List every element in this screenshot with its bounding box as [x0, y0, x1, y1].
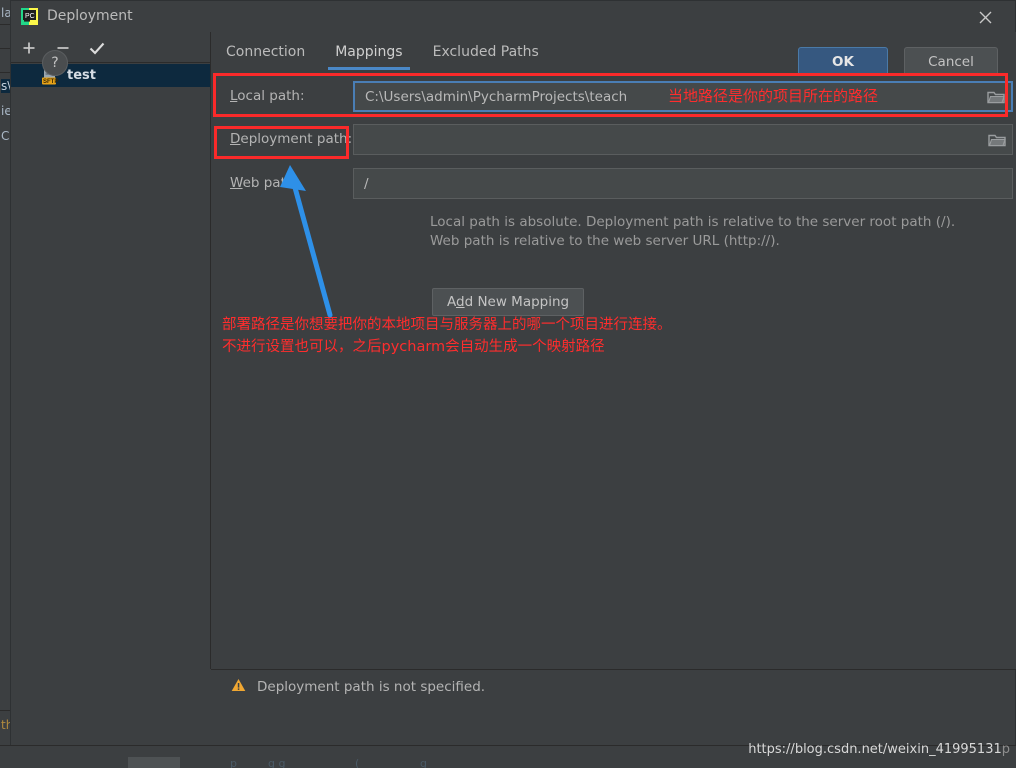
local-path-value: C:\Users\admin\PycharmProjects\teach [365, 88, 628, 105]
server-list-panel: SFTP test [11, 32, 211, 669]
folder-icon[interactable] [988, 132, 1006, 147]
tab-bar: Connection Mappings Excluded Paths [211, 32, 1016, 70]
watermark-text: https://blog.csdn.net/weixin_41995131 [748, 742, 1002, 757]
close-icon[interactable] [963, 3, 1007, 31]
pycharm-icon: PC [21, 8, 38, 25]
bg-fragment: C [1, 129, 10, 143]
dialog-title: Deployment [47, 8, 133, 24]
watermark-tail: p [1001, 742, 1010, 757]
sidebar-item-test[interactable]: SFTP test [11, 64, 210, 87]
web-path-input[interactable]: / [353, 168, 1013, 199]
bg-faint-note: p [230, 757, 237, 768]
web-path-row: Web path: / [211, 166, 1016, 202]
set-default-server-button[interactable] [85, 36, 109, 59]
warning-icon [231, 677, 246, 696]
tab-excluded-paths[interactable]: Excluded Paths [418, 34, 554, 70]
ok-button[interactable]: OK [798, 47, 888, 76]
bg-faint-note: ( [355, 757, 360, 768]
web-path-value: / [364, 175, 369, 192]
local-path-row: Local path: C:\Users\admin\PycharmProjec… [211, 79, 1016, 115]
bg-faint-note: g g [268, 757, 286, 768]
dialog-titlebar: PC Deployment [11, 1, 1015, 32]
status-message: Deployment path is not specified. [231, 677, 485, 696]
deployment-path-row: Deployment path: [211, 122, 1016, 158]
ide-tool-tab[interactable] [128, 757, 180, 768]
server-list-toolbar [11, 32, 210, 62]
web-path-label: Web path: [230, 175, 299, 191]
bg-faint-note: g [420, 757, 427, 768]
watermark: https://blog.csdn.net/weixin_41995131p [748, 742, 1010, 757]
deployment-dialog: PC Deployment SFTP test Connection Mappi… [10, 0, 1016, 745]
add-new-mapping-button[interactable]: Add New Mapping [432, 288, 585, 316]
dialog-footer [11, 670, 1015, 745]
status-text: Deployment path is not specified. [257, 678, 486, 695]
add-server-button[interactable] [17, 36, 41, 59]
cancel-button[interactable]: Cancel [904, 47, 998, 76]
folder-icon[interactable] [987, 89, 1005, 104]
local-path-label: Local path: [230, 88, 305, 104]
deployment-path-label: Deployment path: [230, 131, 353, 147]
tab-mappings[interactable]: Mappings [320, 34, 417, 70]
add-new-mapping-label: Add New Mapping [447, 294, 570, 310]
svg-text:PC: PC [25, 13, 35, 20]
tab-connection[interactable]: Connection [211, 34, 320, 70]
sidebar-item-label: test [67, 68, 96, 83]
svg-text:SFTP: SFTP [43, 79, 58, 85]
help-button[interactable]: ? [42, 50, 68, 76]
deployment-annotation-line-2: 不进行设置也可以，之后pycharm会自动生成一个映射路径 [222, 339, 605, 355]
mapping-help-line-1: Local path is absolute. Deployment path … [430, 214, 956, 230]
deployment-annotation-line-1: 部署路径是你想要把你的本地项目与服务器上的哪一个项目进行连接。 [222, 317, 672, 333]
deployment-path-input[interactable] [353, 124, 1013, 155]
local-path-annotation-text: 当地路径是你的项目所在的路径 [668, 87, 879, 105]
mapping-help-line-2: Web path is relative to the web server U… [430, 233, 780, 249]
